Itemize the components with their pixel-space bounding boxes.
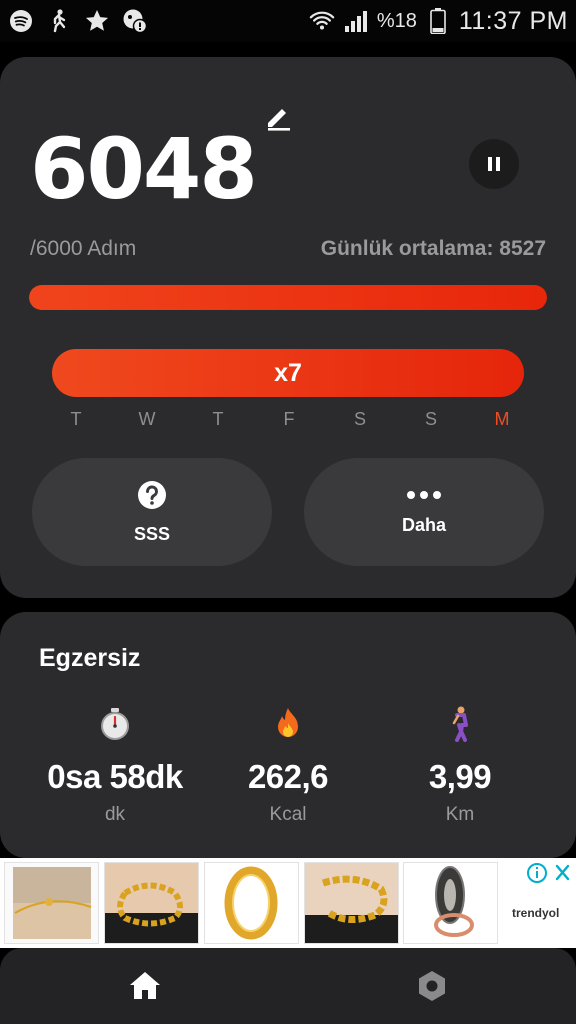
pause-icon — [488, 157, 500, 171]
faq-button[interactable]: SSS — [32, 458, 272, 566]
weekday-5: S — [424, 409, 437, 429]
ad-product-gold-bangle[interactable] — [204, 862, 299, 944]
exercise-card: Egzersiz 0sa 58dk dk 262,6 Kcal 3,99 Km — [0, 612, 576, 858]
ad-brand-logo: trendyol — [512, 906, 560, 920]
bottom-navigation — [0, 948, 576, 1024]
streak-label: x7 — [274, 358, 302, 387]
faq-label: SSS — [133, 523, 171, 544]
weekday-2: T — [212, 409, 224, 429]
pencil-icon — [268, 109, 290, 131]
more-button[interactable]: Daha — [304, 458, 544, 566]
wifi-icon — [309, 8, 335, 34]
step-count: 6048 — [30, 120, 258, 218]
question-icon — [138, 480, 166, 509]
calories-value: 262,6 — [247, 758, 329, 795]
ad-product-gold-chain[interactable] — [304, 862, 399, 944]
duration-value: 0sa 58dk — [47, 758, 183, 795]
weekday-1: W — [138, 409, 156, 429]
edit-goal-button[interactable] — [262, 101, 294, 133]
calories-stat: 262,6 Kcal — [198, 706, 378, 826]
home-icon[interactable] — [127, 968, 163, 1004]
signal-icon — [343, 8, 369, 34]
settings-icon[interactable] — [414, 968, 450, 1004]
battery-icon — [425, 8, 451, 34]
weekday-row: TWTFSSM — [40, 409, 540, 433]
daily-average: Günlük ortalama: 8527 — [320, 237, 546, 260]
battery-percent: %18 — [376, 9, 417, 32]
more-dots-icon — [407, 490, 441, 499]
star-icon — [84, 8, 110, 34]
fire-icon — [198, 706, 378, 742]
weekday-6: M — [494, 409, 510, 429]
weekday-3: F — [283, 409, 295, 429]
weekday-4: S — [353, 409, 366, 429]
ad-product-ring[interactable] — [403, 862, 498, 944]
shield-alert-icon — [122, 8, 148, 34]
calories-unit: Kcal — [269, 804, 307, 825]
ad-product-bracelet[interactable] — [4, 862, 99, 944]
goal-progress-fill — [29, 285, 547, 310]
walking-person-icon — [370, 706, 550, 742]
distance-stat: 3,99 Km — [370, 706, 550, 826]
stopwatch-icon — [25, 706, 205, 742]
duration-unit: dk — [104, 804, 126, 825]
walking-icon — [46, 8, 72, 34]
exercise-title: Egzersiz — [39, 644, 141, 672]
more-label: Daha — [401, 514, 446, 535]
step-goal: /6000 Adım — [30, 237, 137, 260]
clock: 11:37 PM — [458, 6, 568, 35]
ad-banner[interactable]: trendyol — [0, 858, 576, 948]
pause-button[interactable] — [469, 139, 519, 189]
distance-value: 3,99 — [428, 758, 492, 795]
streak-bar: x7 — [52, 349, 524, 397]
ad-info-controls[interactable] — [527, 861, 573, 890]
weekday-0: T — [70, 409, 82, 429]
spotify-icon — [8, 8, 34, 34]
steps-card: 6048 /6000 Adım Günlük ortalama: 8527 x7… — [0, 57, 576, 598]
status-bar: %18 11:37 PM — [0, 0, 576, 42]
duration-stat: 0sa 58dk dk — [25, 706, 205, 826]
ad-product-chain-bracelet[interactable] — [104, 862, 199, 944]
distance-unit: Km — [445, 804, 475, 825]
goal-progress-bar — [29, 285, 547, 310]
